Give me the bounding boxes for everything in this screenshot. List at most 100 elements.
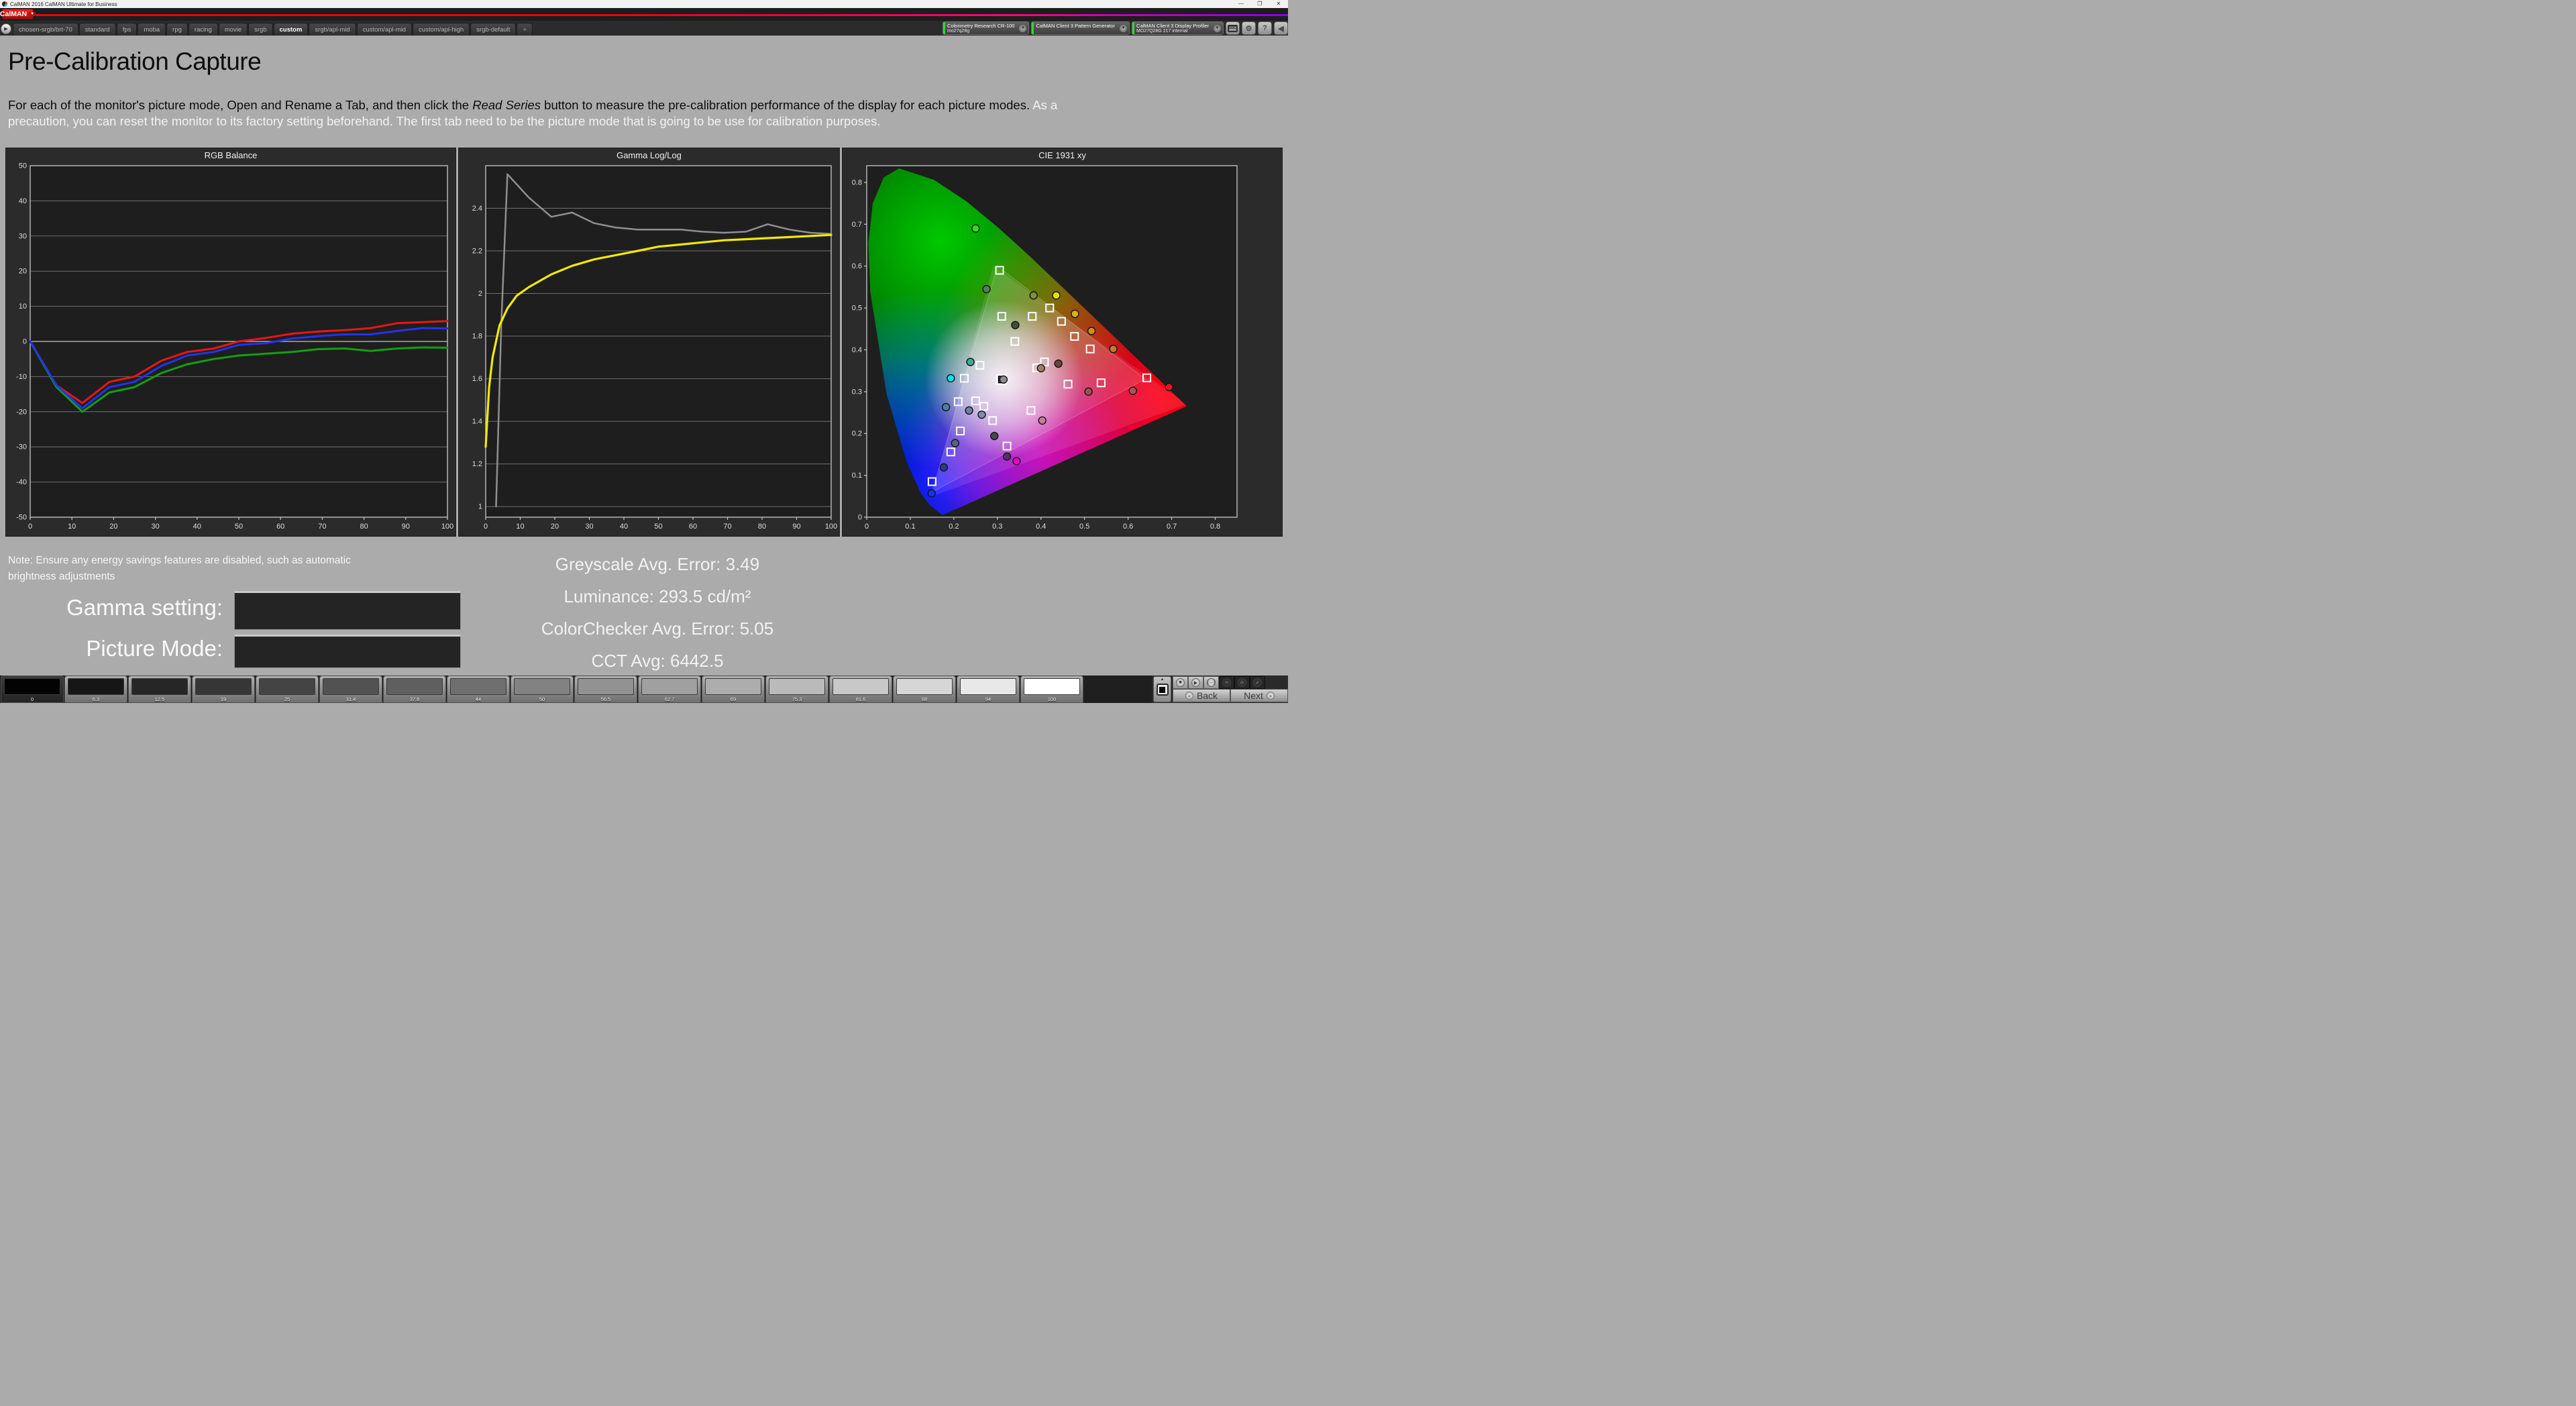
svg-text:70: 70 (723, 523, 731, 531)
swatch-color (259, 678, 315, 695)
swatch-color (833, 678, 889, 695)
tab-racing[interactable]: racing (188, 23, 218, 36)
help-icon: ? (1263, 24, 1267, 32)
ddc-button[interactable]: DDC (1226, 21, 1240, 35)
minimize-icon[interactable]: — (1232, 0, 1250, 8)
refresh-button[interactable]: ⟳ (1234, 676, 1250, 689)
grey-swatch-25[interactable]: 25 (256, 675, 319, 703)
gear-icon: ⚙ (1245, 24, 1252, 33)
svg-text:60: 60 (276, 523, 284, 531)
tab-srgb-default[interactable]: srgb-default (470, 23, 517, 36)
grey-swatch-50[interactable]: 50 (511, 675, 574, 703)
check-icon: ✔ (1253, 678, 1262, 687)
grey-swatch-37.6[interactable]: 37.6 (383, 675, 446, 703)
display-dropdown[interactable]: CalMAN Client 3 Display Profiler MO27Q28… (1132, 21, 1224, 35)
play-icon: ▶ (1191, 678, 1200, 687)
cie-1931-chart: 0.8 0.7 0.6 0.5 0.4 0.3 0.2 0.1 00 0.1 0.2 0.3 0.4 0.… (852, 165, 1238, 531)
accept-button[interactable]: ✔ (1250, 676, 1265, 689)
read-button[interactable]: ▶ (1188, 676, 1203, 689)
svg-text:0.8: 0.8 (852, 178, 862, 186)
tab-srgb[interactable]: srgb (248, 23, 273, 36)
display-mode: MO27Q28G 217 internal (1136, 28, 1188, 34)
os-titlebar: CalMAN 2016 CalMAN Ultimate for Business… (0, 0, 1288, 8)
tab-rpg[interactable]: rpg (166, 23, 188, 36)
gamma-chart: 2.42.221.81.61.41.210 10 20 30 40 50 60 70 80 90 1… (472, 165, 837, 531)
tab-custom-apl-mid[interactable]: custom/apl-mid (356, 23, 413, 36)
swatch-color (131, 678, 188, 695)
swatch-label: 69 (730, 696, 737, 702)
layout-main: Pre-Calibration Capture For each of the … (0, 36, 1288, 675)
grey-swatch-6.3[interactable]: 6.3 (64, 675, 127, 703)
tab-nav-button[interactable]: ▶ (1, 23, 11, 34)
svg-text:20: 20 (109, 523, 117, 531)
grey-swatch-0[interactable]: 0 (1, 675, 64, 703)
grey-swatch-69[interactable]: 69 (702, 675, 765, 703)
stop-icon: ■ (1176, 678, 1185, 687)
pattern-window-icon (1159, 686, 1165, 693)
swatch-label: 94 (985, 696, 991, 702)
swatch-color (68, 678, 124, 695)
svg-text:2.2: 2.2 (472, 248, 482, 256)
meter-dropdown[interactable]: Colorimetry Research CR-100 mo27q28g ▼ (943, 21, 1030, 35)
colorchecker-avg-error: ColorChecker Avg. Error: 5.05 (541, 618, 774, 639)
tab-custom-apl-high[interactable]: custom/apl-high (413, 23, 470, 36)
meter-mode: mo27q28g (947, 28, 970, 34)
help-button[interactable]: ? (1258, 21, 1272, 35)
svg-text:-20: -20 (16, 408, 27, 416)
svg-text:-50: -50 (16, 514, 27, 522)
swatch-color (514, 678, 570, 695)
tab-strip: chosen-srgb/brt-70 standard fps moba rpg raci… (13, 21, 533, 36)
grey-swatch-19[interactable]: 19 (192, 675, 255, 703)
tab-standard[interactable]: standard (78, 23, 116, 36)
tab-moba[interactable]: moba (138, 23, 166, 36)
pattern-window-button[interactable]: ▲ (1153, 676, 1171, 702)
tab-fps[interactable]: fps (116, 23, 138, 36)
grey-swatch-12.5[interactable]: 12.5 (128, 675, 191, 703)
swatch-color (705, 678, 761, 695)
svg-text:100: 100 (441, 523, 453, 531)
svg-text:0: 0 (28, 523, 32, 531)
tab-chosen-srgb-brt-70[interactable]: chosen-srgb/brt-70 (13, 23, 78, 36)
tab-custom[interactable]: custom (273, 23, 309, 36)
continuous-read-button[interactable]: ∞ (1219, 676, 1234, 689)
gamma-setting-input[interactable] (234, 591, 461, 630)
grey-swatch-31.4[interactable]: 31.4 (319, 675, 382, 703)
swatch-color (641, 678, 698, 695)
calman-menu-button[interactable]: CalMAN ▼ (0, 9, 36, 19)
back-button[interactable]: « Back (1173, 689, 1230, 702)
read-series-button[interactable]: [↔] (1203, 676, 1219, 689)
swatch-color (896, 678, 953, 695)
swatch-label: 100 (1047, 696, 1057, 702)
source-dropdown[interactable]: CalMAN Client 3 Pattern Generator ▼ (1031, 21, 1130, 35)
grey-swatch-100[interactable]: 100 (1020, 675, 1083, 703)
settings-button[interactable]: ⚙ (1242, 21, 1256, 35)
grey-swatch-62.7[interactable]: 62.7 (638, 675, 701, 703)
grey-swatch-81.6[interactable]: 81.6 (829, 675, 892, 703)
grey-swatch-44[interactable]: 44 (447, 675, 510, 703)
grey-swatch-88[interactable]: 88 (893, 675, 956, 703)
grey-swatch-94[interactable]: 94 (957, 675, 1020, 703)
picture-mode-input[interactable] (234, 635, 461, 668)
svg-text:10: 10 (19, 303, 27, 311)
tab-movie[interactable]: movie (218, 23, 248, 36)
next-button[interactable]: Next » (1230, 689, 1288, 702)
swatch-label: 81.6 (855, 696, 866, 702)
app-icon (2, 1, 7, 7)
swatch-color (4, 678, 60, 695)
chevron-right-icon: » (1266, 692, 1275, 700)
tab-srgb-apl-mid[interactable]: srgb/apl-mid (309, 23, 356, 36)
swatch-label: 75.3 (792, 696, 802, 702)
maximize-icon[interactable]: ❐ (1250, 0, 1269, 8)
gamma-setting-label: Gamma setting: (66, 595, 223, 620)
collapse-panel-button[interactable]: ◀ (1274, 21, 1288, 35)
window-title: CalMAN 2016 CalMAN Ultimate for Business (10, 1, 117, 7)
svg-text:0.3: 0.3 (992, 523, 1002, 531)
close-icon[interactable]: ✕ (1269, 0, 1288, 8)
svg-text:20: 20 (551, 523, 559, 531)
svg-text:20: 20 (19, 268, 27, 276)
add-tab-button[interactable]: + (517, 23, 533, 36)
greyscale-avg-error: Greyscale Avg. Error: 3.49 (555, 554, 760, 574)
stop-button[interactable]: ■ (1173, 676, 1188, 689)
grey-swatch-56.5[interactable]: 56.5 (574, 675, 637, 703)
grey-swatch-75.3[interactable]: 75.3 (765, 675, 828, 703)
